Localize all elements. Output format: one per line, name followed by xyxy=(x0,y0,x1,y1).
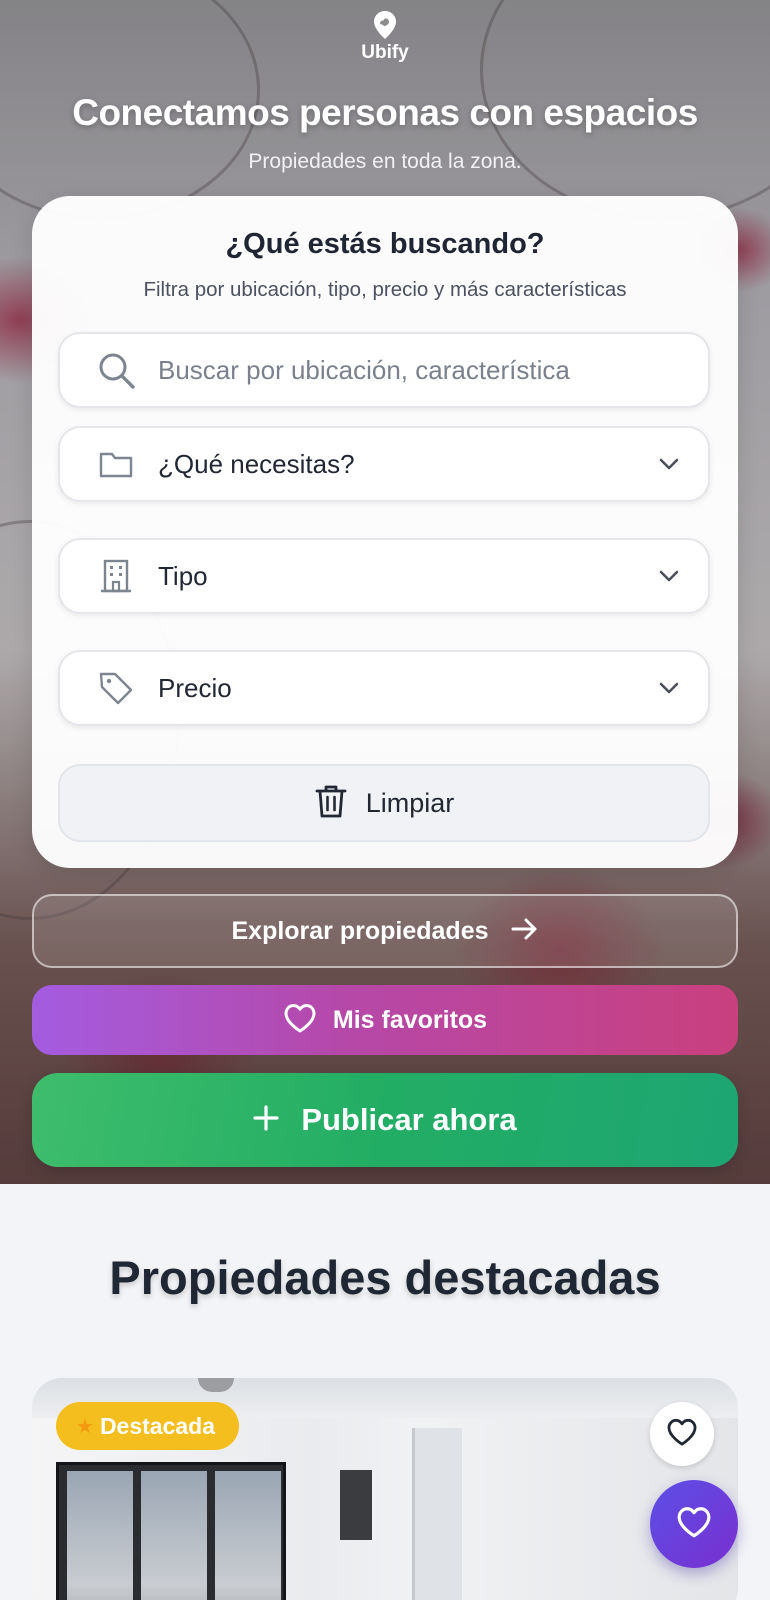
arrow-right-icon xyxy=(511,917,539,945)
search-card-title: ¿Qué estás buscando? xyxy=(225,228,545,260)
price-select[interactable]: Precio xyxy=(58,650,710,726)
hero-subheadline: Propiedades en toda la zona. xyxy=(248,150,522,173)
search-icon xyxy=(98,352,135,389)
search-filter-card: ¿Qué estás buscando? Filtra por ubicació… xyxy=(32,196,738,868)
property-card[interactable]: ★ Destacada xyxy=(32,1378,738,1600)
search-input[interactable]: Buscar por ubicación, característica xyxy=(58,332,710,408)
featured-badge: ★ Destacada xyxy=(56,1402,240,1450)
type-select[interactable]: Tipo xyxy=(58,538,710,614)
clear-filters-button[interactable]: Limpiar xyxy=(58,764,710,842)
map-pin-icon xyxy=(372,10,398,40)
my-favorites-label: Mis favoritos xyxy=(332,1005,488,1034)
need-select[interactable]: ¿Qué necesitas? xyxy=(58,426,710,502)
chevron-down-icon xyxy=(656,675,682,701)
heart-icon xyxy=(666,1418,698,1450)
heart-icon xyxy=(283,1003,317,1037)
brand-logo[interactable]: Ubify xyxy=(0,10,770,64)
building-icon xyxy=(98,558,134,594)
featured-badge-label: Destacada xyxy=(99,1412,216,1439)
featured-section-title: Propiedades destacadas xyxy=(109,1251,661,1304)
favorite-toggle-button[interactable] xyxy=(650,1402,714,1466)
clear-filters-label: Limpiar xyxy=(365,787,455,818)
search-placeholder: Buscar por ubicación, característica xyxy=(158,354,570,385)
publish-now-button[interactable]: Publicar ahora xyxy=(32,1073,738,1167)
type-select-value: Tipo xyxy=(158,560,208,591)
plus-icon xyxy=(253,1105,279,1135)
favorites-fab-button[interactable] xyxy=(650,1480,738,1568)
explore-properties-button[interactable]: Explorar propiedades xyxy=(32,894,738,968)
star-icon: ★ xyxy=(76,1414,94,1438)
property-photo-window xyxy=(56,1462,286,1600)
brand-name: Ubify xyxy=(361,42,409,63)
need-select-value: ¿Qué necesitas? xyxy=(158,448,355,479)
hero-headline: Conectamos personas con espacios xyxy=(72,92,698,133)
search-card-subtitle: Filtra por ubicación, tipo, precio y más… xyxy=(143,278,627,301)
chevron-down-icon xyxy=(656,451,682,477)
explore-properties-label: Explorar propiedades xyxy=(231,916,489,945)
price-select-value: Precio xyxy=(158,672,232,703)
chevron-down-icon xyxy=(656,563,682,589)
trash-icon xyxy=(314,783,348,823)
heart-icon xyxy=(676,1506,712,1542)
tag-icon xyxy=(98,670,134,706)
publish-now-label: Publicar ahora xyxy=(301,1102,517,1137)
folder-icon xyxy=(98,446,134,482)
my-favorites-button[interactable]: Mis favoritos xyxy=(32,985,738,1055)
hero-section: Ubify Conectamos personas con espacios P… xyxy=(0,0,770,1184)
